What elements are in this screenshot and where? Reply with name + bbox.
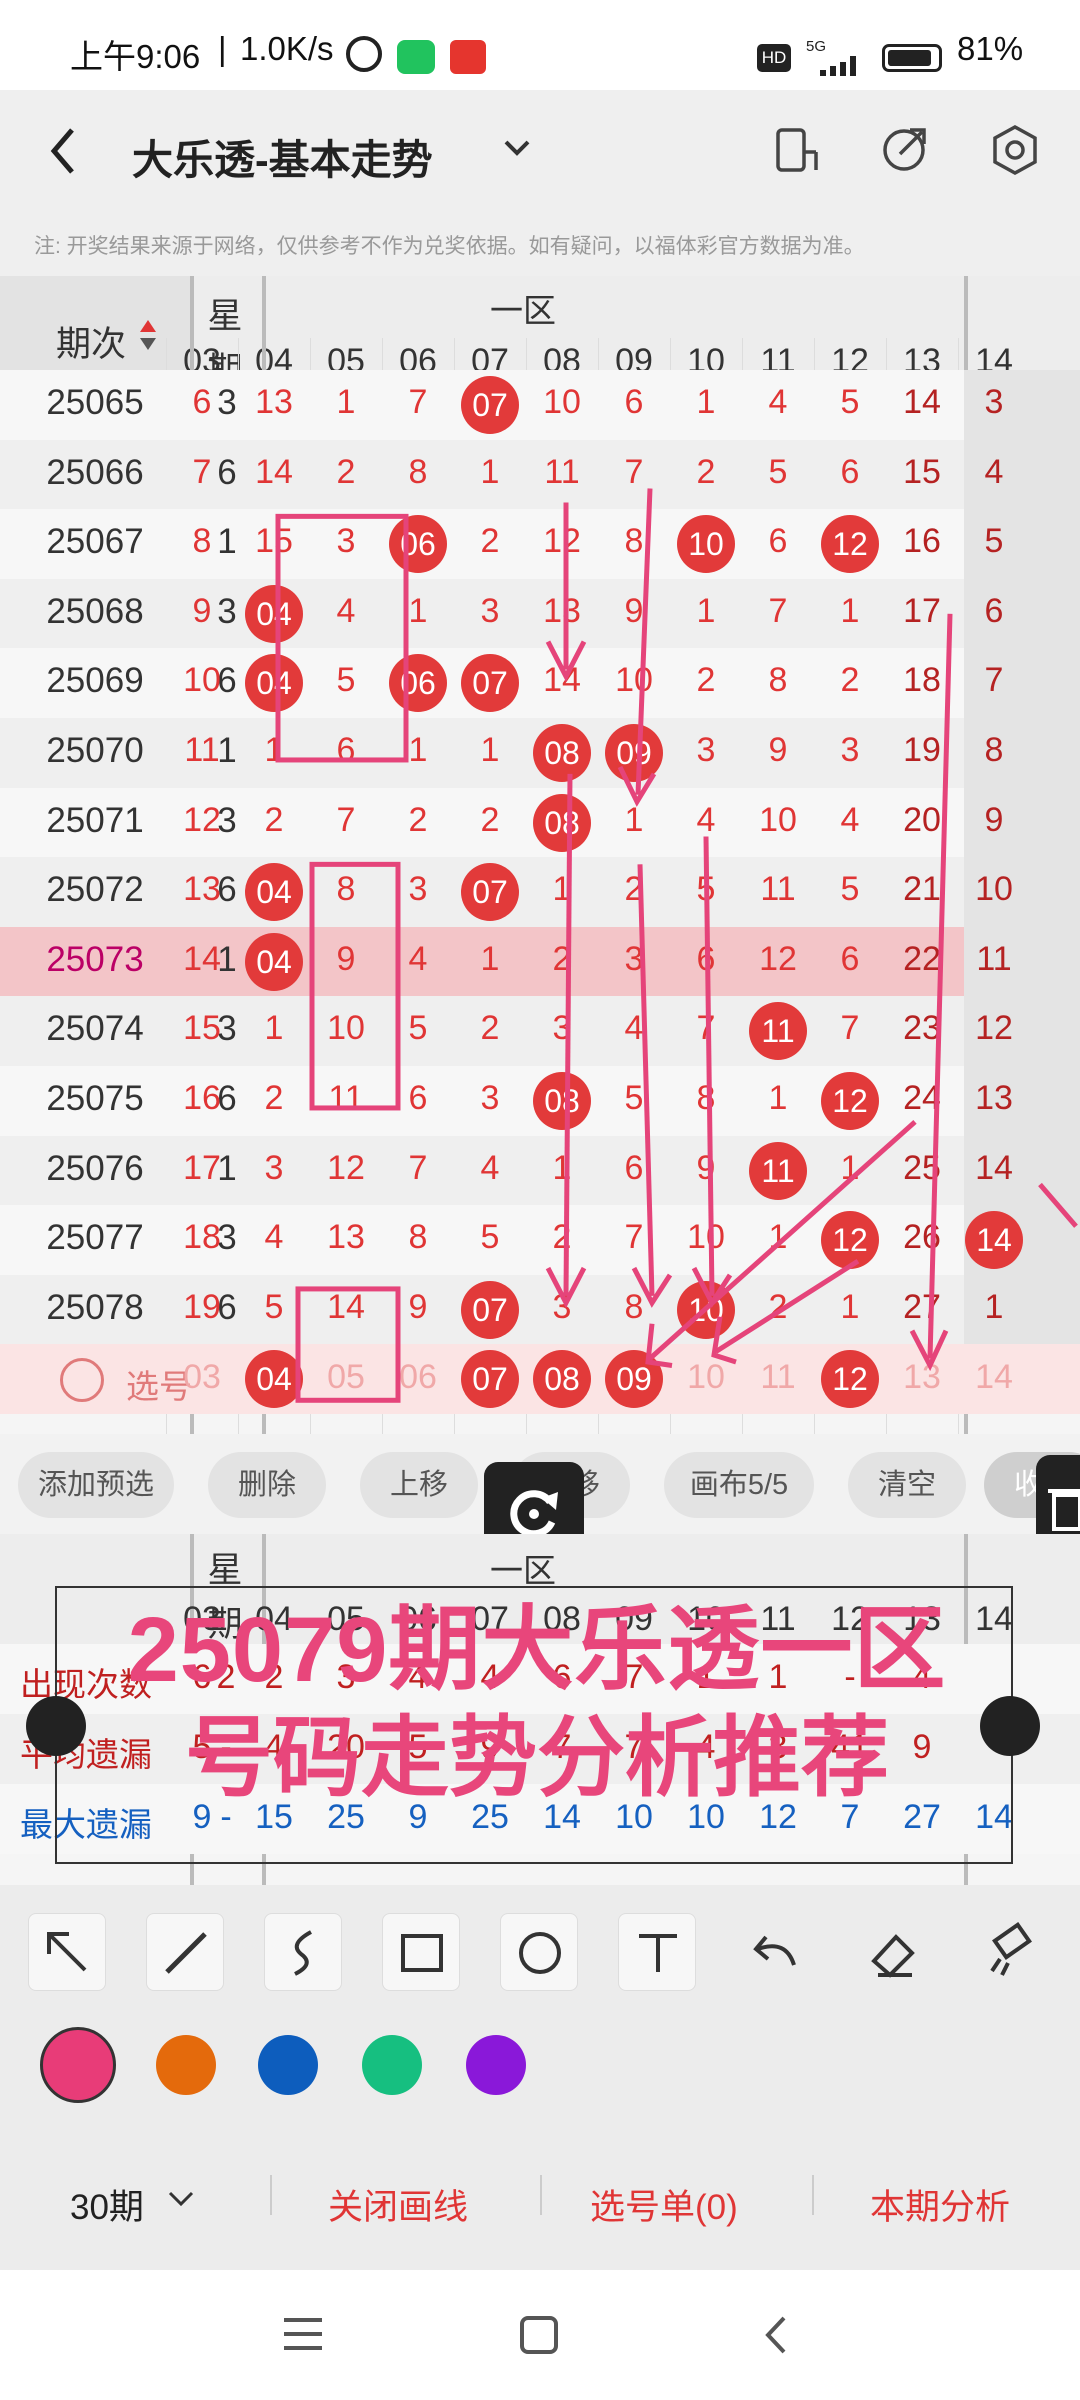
app-header: 大乐透-基本走势 (0, 90, 1080, 210)
share-icon[interactable] (880, 124, 930, 174)
undo-icon (753, 1935, 796, 1966)
clear-button[interactable]: 清空 (848, 1452, 966, 1518)
delete-button[interactable]: 删除 (208, 1452, 326, 1518)
phone-layout-icon[interactable] (772, 126, 820, 174)
circle-icon (519, 1932, 561, 1974)
zone-header: 一区 (490, 1552, 556, 1589)
color-pink[interactable] (40, 2027, 116, 2103)
arrow-icon (47, 1932, 87, 1972)
circle-tool[interactable] (500, 1913, 578, 1991)
menu-icon[interactable] (280, 2314, 326, 2354)
period-select[interactable]: 30期 (70, 2179, 144, 2230)
chevron-down-icon (168, 2191, 194, 2207)
add-preselect-button[interactable]: 添加预选 (18, 1452, 174, 1518)
eraser-icon (871, 1934, 915, 1978)
overlay-line-1: 25079期大乐透一区 (127, 1599, 947, 1701)
resize-handle-left[interactable] (26, 1696, 86, 1756)
canvas-button[interactable]: 画布5/5 (664, 1452, 814, 1518)
trend-table: 期次星期一区0304050607080910111213142506536131… (0, 276, 1080, 1434)
page-title[interactable]: 大乐透-基本走势 (132, 126, 433, 186)
text-icon (639, 1934, 677, 1972)
status-time: 上午9:06 (70, 38, 201, 75)
rectangle-icon (401, 1934, 443, 1972)
eraser-tool[interactable] (854, 1913, 932, 1991)
period-analysis-button[interactable]: 本期分析 (870, 2179, 1010, 2230)
bottom-bar: 30期 关闭画线 选号单(0) 本期分析 (0, 2135, 1080, 2270)
back-icon[interactable] (48, 126, 78, 176)
drawing-toolbar (0, 1885, 1080, 2135)
system-nav-bar (0, 2270, 1080, 2400)
network-label: 5G (806, 38, 827, 55)
battery-level: 81% (957, 30, 1024, 67)
text-annotation-box[interactable]: 25079期大乐透一区 号码走势分析推荐 (55, 1586, 1013, 1864)
line-tool[interactable] (146, 1913, 224, 1991)
text-tool[interactable] (618, 1913, 696, 1991)
curve-tool[interactable] (264, 1913, 342, 1991)
line-icon (165, 1932, 207, 1974)
clear-brush-tool[interactable] (972, 1913, 1050, 1991)
color-purple[interactable] (466, 2035, 526, 2095)
back-nav-icon[interactable] (760, 2314, 790, 2356)
rectangle-tool[interactable] (382, 1913, 460, 1991)
alarm-icon (346, 36, 382, 72)
status-speed: 1.0K/s (240, 30, 334, 67)
arrow-tool[interactable] (28, 1913, 106, 1991)
news-app-icon (450, 40, 486, 74)
status-bar: 上午9:06 | 1.0K/s HD 5G 81% (0, 0, 1080, 90)
pick-list-button[interactable]: 选号单(0) (590, 2179, 738, 2230)
battery-icon (882, 44, 942, 72)
trend-annotation-lines (275, 488, 1078, 1403)
signal-icon (806, 56, 866, 76)
hd-icon: HD (757, 44, 791, 72)
move-up-button[interactable]: 上移 (360, 1452, 478, 1518)
home-icon[interactable] (518, 2314, 560, 2356)
undo-tool[interactable] (736, 1913, 814, 1991)
overlay-line-2: 号码走势分析推荐 (184, 1708, 889, 1807)
color-blue[interactable] (258, 2035, 318, 2095)
disclaimer-note: 注: 开奖结果来源于网络，仅供参考不作为兑奖依据。如有疑问，以福体彩官方数据为准… (0, 210, 1080, 276)
close-lines-button[interactable]: 关闭画线 (328, 2179, 468, 2230)
curve-icon (294, 1930, 312, 1976)
color-orange[interactable] (156, 2035, 216, 2095)
color-green[interactable] (362, 2035, 422, 2095)
resize-handle-right[interactable] (980, 1696, 1040, 1756)
wechat-icon (397, 40, 435, 74)
brush-icon (990, 1921, 1032, 1976)
chevron-down-icon[interactable] (502, 138, 532, 158)
settings-icon[interactable] (990, 124, 1040, 176)
